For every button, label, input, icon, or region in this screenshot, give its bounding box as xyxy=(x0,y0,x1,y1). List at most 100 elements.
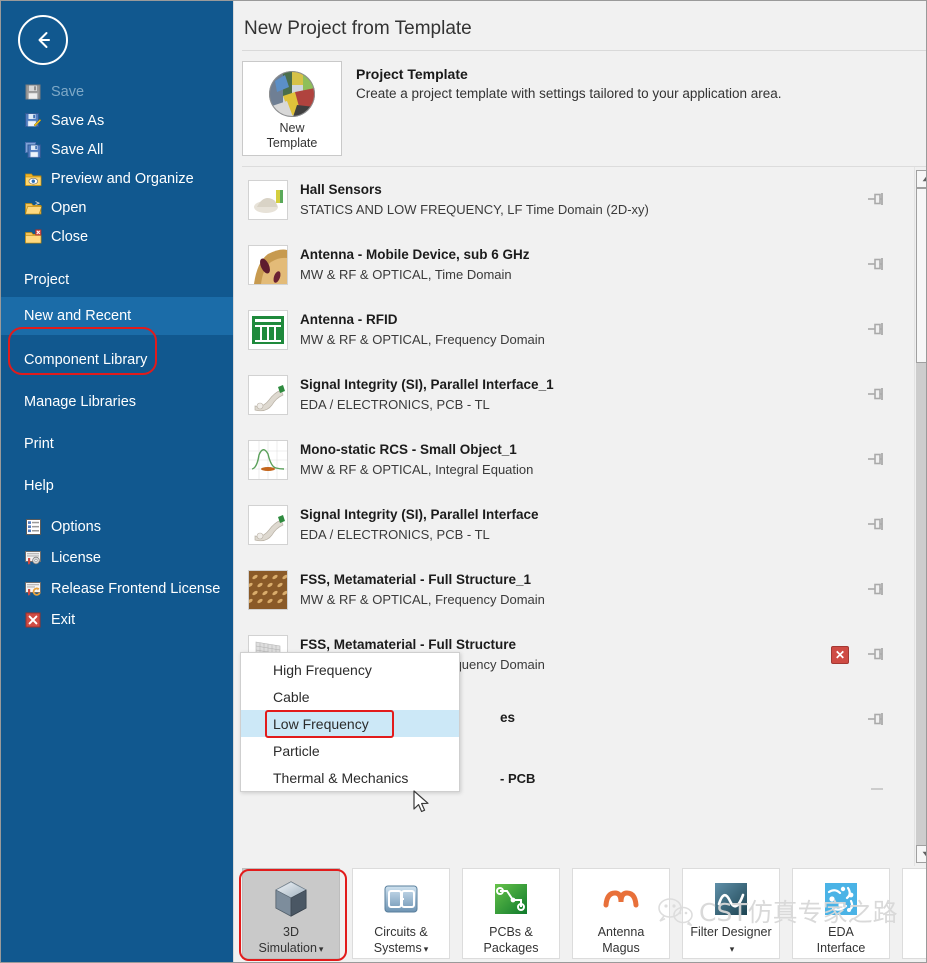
dropdown-caret-icon[interactable]: ▾ xyxy=(424,944,429,954)
template-text: Signal Integrity (SI), Parallel Interfac… xyxy=(300,377,867,412)
template-meta: MW & RF & OPTICAL, Integral Equation xyxy=(300,462,534,477)
template-name: Mono-static RCS - Small Object_1 xyxy=(300,442,517,457)
table-row[interactable]: Antenna - Mobile Device, sub 6 GHz MW & … xyxy=(242,232,903,297)
scroll-down-arrow-icon[interactable] xyxy=(916,845,927,863)
menu-item-label: High Frequency xyxy=(273,661,372,678)
app-button-antenna-magus[interactable]: Antenna Magus xyxy=(572,868,670,959)
table-row[interactable]: Signal Integrity (SI), Parallel Interfac… xyxy=(242,492,903,557)
sidebar-item-release-frontend-license[interactable]: Release Frontend License xyxy=(0,573,233,604)
sidebar-item-options[interactable]: Options xyxy=(0,511,233,542)
sidebar-file-actions: Save Save As Save All Preview and Organi… xyxy=(0,77,233,251)
app-button-pcbs-packages[interactable]: PCBs & Packages xyxy=(462,868,560,959)
signal-integrity-thumb xyxy=(248,504,288,545)
app-button-label-line1: Antenna xyxy=(597,925,645,939)
pin-icon[interactable] xyxy=(867,647,889,663)
sidebar-item-print[interactable]: Print xyxy=(0,427,233,461)
colored-globe-icon xyxy=(269,71,315,117)
sidebar-item-exit[interactable]: Exit xyxy=(0,604,233,635)
sidebar-item-label: Close xyxy=(51,228,89,245)
sidebar-item-open[interactable]: Open xyxy=(0,193,233,222)
options-icon xyxy=(24,518,42,536)
fss-copper-thumb xyxy=(248,569,288,610)
app-button-eda-interface[interactable]: EDA Interface xyxy=(792,868,890,959)
sidebar-item-project[interactable]: Project xyxy=(0,263,233,297)
table-row[interactable]: FSS, Metamaterial - Full Structure_1 MW … xyxy=(242,557,903,622)
table-row[interactable]: Antenna - RFID MW & RF & OPTICAL, Freque… xyxy=(242,297,903,362)
sidebar-item-manage-libraries[interactable]: Manage Libraries xyxy=(0,385,233,419)
close-folder-icon xyxy=(24,228,42,246)
template-text: Signal Integrity (SI), Parallel Interfac… xyxy=(300,507,867,542)
row-actions xyxy=(867,777,903,793)
app-button-filter-designer[interactable]: Filter Designer ▾ xyxy=(682,868,780,959)
template-meta: MW & RF & OPTICAL, Frequency Domain xyxy=(300,592,545,607)
template-meta: MW & RF & OPTICAL, Time Domain xyxy=(300,267,512,282)
app-button-circuits-systems[interactable]: Circuits & Systems ▾ xyxy=(352,868,450,959)
template-text: Hall Sensors STATICS AND LOW FREQUENCY, … xyxy=(300,182,867,217)
app-button-partial[interactable] xyxy=(902,868,927,959)
pin-icon[interactable] xyxy=(867,257,889,273)
pin-icon[interactable] xyxy=(867,517,889,533)
pin-icon[interactable] xyxy=(867,192,889,208)
table-row[interactable]: Hall Sensors STATICS AND LOW FREQUENCY, … xyxy=(242,167,903,232)
sidebar-item-help[interactable]: Help xyxy=(0,469,233,503)
sidebar-item-save-all[interactable]: Save All xyxy=(0,135,233,164)
row-actions xyxy=(867,257,903,273)
dropdown-caret-icon[interactable]: ▾ xyxy=(319,944,324,954)
sidebar-group-label: Print xyxy=(24,436,54,452)
sidebar-item-label: Save As xyxy=(51,112,105,129)
app-button-label-line2: Systems ▾ xyxy=(373,941,429,955)
pin-icon[interactable] xyxy=(867,322,889,338)
signal-integrity-thumb xyxy=(248,374,288,415)
delete-template-button[interactable]: ✕ xyxy=(831,645,849,664)
pin-icon[interactable] xyxy=(867,712,889,728)
new-template-button[interactable]: New Template xyxy=(242,61,342,156)
sidebar-item-component-library[interactable]: Component Library xyxy=(0,343,233,377)
template-meta: EDA / ELECTRONICS, PCB - TL xyxy=(300,527,490,542)
vertical-scrollbar[interactable] xyxy=(914,167,927,866)
menu-item-cable[interactable]: Cable xyxy=(241,683,459,710)
antenna-magus-icon xyxy=(601,879,641,919)
pin-icon[interactable] xyxy=(867,777,889,793)
menu-item-particle[interactable]: Particle xyxy=(241,737,459,764)
sidebar-item-label: Options xyxy=(51,518,101,535)
pin-icon[interactable] xyxy=(867,387,889,403)
exit-icon xyxy=(24,611,42,629)
row-actions xyxy=(867,582,903,598)
table-row[interactable]: Signal Integrity (SI), Parallel Interfac… xyxy=(242,362,903,427)
pcb-packages-icon xyxy=(491,879,531,919)
scroll-up-arrow-icon[interactable] xyxy=(916,170,927,188)
sidebar-item-preview-and-organize[interactable]: Preview and Organize xyxy=(0,164,233,193)
template-name: FSS, Metamaterial - Full Structure xyxy=(300,637,517,652)
menu-item-thermal-and-mechanics[interactable]: Thermal & Mechanics xyxy=(241,764,459,791)
menu-item-low-frequency[interactable]: Low Frequency xyxy=(241,710,459,737)
row-actions xyxy=(867,712,903,728)
app-button-label-line2: Simulation ▾ xyxy=(258,941,324,955)
back-arrow-icon[interactable] xyxy=(18,15,68,65)
sidebar-item-new-and-recent[interactable]: New and Recent xyxy=(0,297,233,335)
template-name: Antenna - Mobile Device, sub 6 GHz xyxy=(300,247,530,262)
rfid-antenna-thumb xyxy=(248,309,288,350)
table-row[interactable]: Mono-static RCS - Small Object_1 MW & RF… xyxy=(242,427,903,492)
app-button-label-line1: PCBs & xyxy=(489,925,533,939)
sidebar-group-label: Project xyxy=(24,272,70,288)
dropdown-caret-icon[interactable]: ▾ xyxy=(730,944,735,954)
menu-item-high-frequency[interactable]: High Frequency xyxy=(241,656,459,683)
preview-organize-icon xyxy=(24,170,42,188)
template-name: Signal Integrity (SI), Parallel Interfac… xyxy=(300,377,554,392)
sidebar-item-license[interactable]: License xyxy=(0,542,233,573)
app-button-3d-simulation[interactable]: 3D Simulation ▾ xyxy=(242,868,340,959)
pin-icon[interactable] xyxy=(867,452,889,468)
menu-item-label: Low Frequency xyxy=(273,715,369,732)
row-actions: ✕ xyxy=(831,645,903,664)
pin-icon[interactable] xyxy=(867,582,889,598)
template-text: FSS, Metamaterial - Full Structure_1 MW … xyxy=(300,572,867,607)
filter-designer-icon xyxy=(711,879,751,919)
sidebar-item-save[interactable]: Save xyxy=(0,77,233,106)
scrollbar-thumb[interactable] xyxy=(916,188,927,363)
sidebar-item-close[interactable]: Close xyxy=(0,222,233,251)
sidebar-item-save-as[interactable]: Save As xyxy=(0,106,233,135)
mobile-antenna-thumb xyxy=(248,244,288,285)
menu-item-label: Thermal & Mechanics xyxy=(273,769,409,786)
